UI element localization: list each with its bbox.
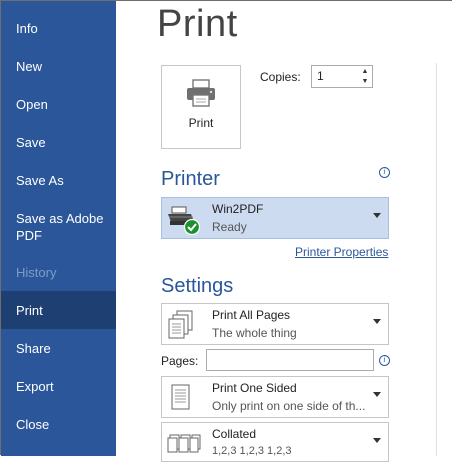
print-panel: Print Print Copies: 1 ▲ ▼ Printer i Win2… bbox=[116, 1, 452, 462]
sidebar-item-label: Print bbox=[16, 302, 43, 318]
copies-label: Copies: bbox=[260, 70, 301, 84]
sidebar-item-label: Save as Adobe PDF bbox=[16, 210, 103, 244]
page-title: Print bbox=[157, 3, 238, 45]
sidebar-item-history: History bbox=[1, 253, 116, 291]
pages-label: Pages: bbox=[161, 354, 199, 368]
sidebar-item-open[interactable]: Open bbox=[1, 85, 116, 123]
sidebar-item-label: Info bbox=[16, 20, 38, 36]
print-button[interactable]: Print bbox=[161, 65, 241, 149]
divider bbox=[436, 63, 437, 456]
info-icon[interactable]: i bbox=[379, 167, 390, 178]
chevron-down-icon bbox=[373, 438, 381, 443]
sidebar-item-label: New bbox=[16, 58, 43, 74]
print-range-title: Print All Pages bbox=[212, 308, 291, 322]
label-line-1: Save as Adobe bbox=[16, 211, 104, 226]
backstage-sidebar: Info New Open Save Save As Save as Adobe… bbox=[1, 1, 116, 456]
sides-title: Print One Sided bbox=[212, 381, 297, 395]
copies-stepper[interactable]: 1 ▲ ▼ bbox=[311, 65, 373, 88]
decrement-icon[interactable]: ▼ bbox=[360, 77, 370, 86]
increment-icon[interactable]: ▲ bbox=[360, 67, 370, 76]
sidebar-item-label: Share bbox=[16, 340, 51, 356]
sides-subtitle: Only print on one side of th... bbox=[212, 399, 366, 413]
pages-input[interactable] bbox=[206, 349, 374, 371]
sidebar-item-save-as-adobe-pdf[interactable]: Save as Adobe PDF bbox=[1, 210, 116, 250]
sidebar-item-label: Open bbox=[16, 96, 48, 112]
collation-dropdown[interactable]: Collated 1,2,3 1,2,3 1,2,3 bbox=[161, 422, 389, 462]
sidebar-item-save-as[interactable]: Save As bbox=[1, 161, 116, 199]
sidebar-item-label: History bbox=[16, 264, 57, 280]
collation-subtitle: 1,2,3 1,2,3 1,2,3 bbox=[212, 445, 292, 457]
printer-properties-link[interactable]: Printer Properties bbox=[295, 245, 388, 259]
printer-icon bbox=[187, 79, 215, 107]
all-pages-icon bbox=[168, 310, 193, 339]
sidebar-item-export[interactable]: Export bbox=[1, 367, 116, 405]
sidebar-item-info[interactable]: Info bbox=[1, 9, 116, 47]
print-range-dropdown[interactable]: Print All Pages The whole thing bbox=[161, 303, 389, 345]
print-range-subtitle: The whole thing bbox=[212, 326, 297, 340]
chevron-down-icon bbox=[373, 319, 381, 324]
settings-heading: Settings bbox=[161, 275, 234, 297]
sidebar-item-share[interactable]: Share bbox=[1, 329, 116, 367]
collation-title: Collated bbox=[212, 427, 257, 441]
sidebar-item-save[interactable]: Save bbox=[1, 123, 116, 161]
info-icon[interactable]: i bbox=[379, 355, 390, 366]
printer-status: Ready bbox=[212, 220, 247, 234]
sidebar-item-new[interactable]: New bbox=[1, 47, 116, 85]
sidebar-item-label: Save bbox=[16, 134, 46, 150]
print-button-label: Print bbox=[188, 116, 214, 130]
sidebar-item-label: Close bbox=[16, 416, 50, 432]
printer-dropdown[interactable]: Win2PDF Ready bbox=[161, 197, 389, 239]
sidebar-item-label: Export bbox=[16, 378, 54, 394]
chevron-down-icon bbox=[373, 392, 381, 397]
label-line-2: PDF bbox=[16, 228, 42, 243]
sides-dropdown[interactable]: Print One Sided Only print on one side o… bbox=[161, 376, 389, 418]
sidebar-item-print[interactable]: Print bbox=[1, 291, 116, 329]
printer-name: Win2PDF bbox=[212, 202, 264, 216]
sidebar-item-close[interactable]: Close bbox=[1, 405, 116, 443]
printer-heading: Printer bbox=[161, 168, 220, 190]
copies-value: 1 bbox=[317, 69, 324, 83]
one-sided-icon bbox=[171, 384, 190, 410]
sidebar-item-label: Save As bbox=[16, 172, 64, 188]
printer-ready-icon bbox=[168, 206, 201, 236]
chevron-down-icon bbox=[373, 213, 381, 218]
